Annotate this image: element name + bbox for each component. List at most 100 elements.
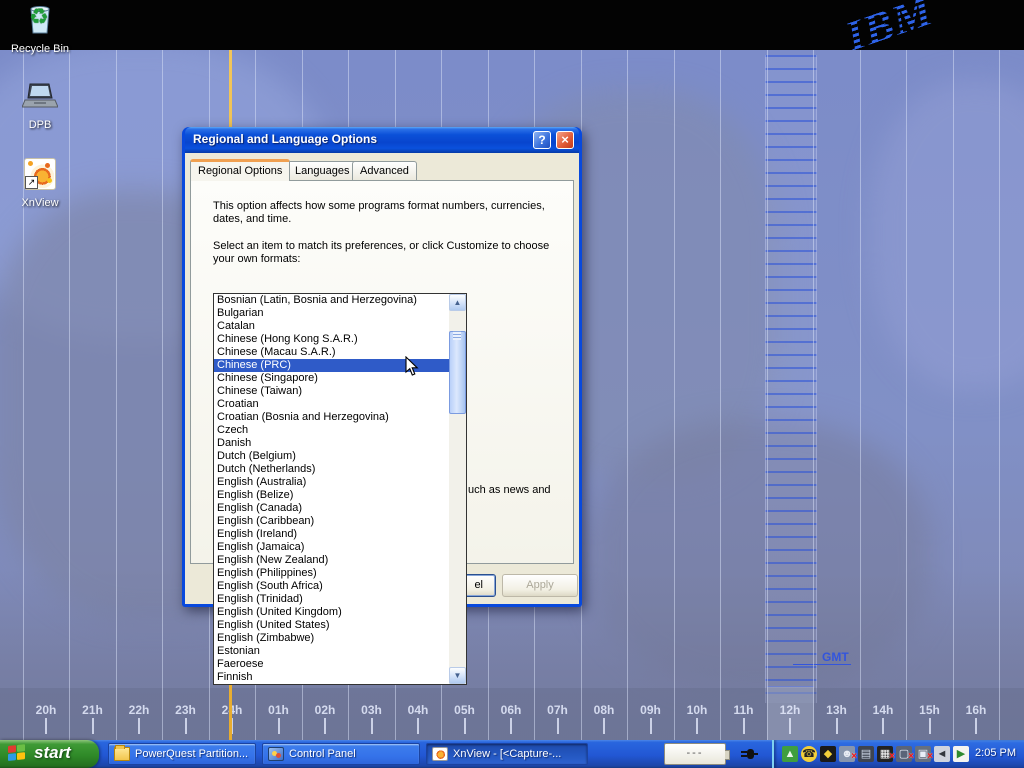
locale-option[interactable]: Bulgarian — [214, 307, 449, 320]
tab-languages[interactable]: Languages — [287, 161, 357, 181]
control-panel-icon — [268, 747, 284, 761]
dialog-titlebar[interactable]: Regional and Language Options ? × — [185, 127, 579, 153]
start-button-label: start — [34, 743, 71, 763]
locale-option[interactable]: English (Jamaica) — [214, 541, 449, 554]
close-button[interactable]: × — [556, 131, 574, 149]
hour-tick — [882, 718, 884, 734]
hour-label: 11h — [726, 703, 762, 717]
locale-option[interactable]: Finnish — [214, 671, 449, 684]
hour-tick — [975, 718, 977, 734]
desktop-icon-label: XnView — [4, 197, 76, 209]
video-capture-error-icon[interactable]: ▦× — [877, 746, 893, 762]
diamond-utility-icon[interactable]: ◆ — [820, 746, 836, 762]
hour-label: 13h — [819, 703, 855, 717]
timezone-line — [767, 50, 768, 740]
hour-label: 14h — [865, 703, 901, 717]
locale-option[interactable]: Chinese (Hong Kong S.A.R.) — [214, 333, 449, 346]
network-computer-icon[interactable]: ▤ — [858, 746, 874, 762]
locale-option[interactable]: English (Australia) — [214, 476, 449, 489]
taskbar-buttons: PowerQuest Partition... Control Panel XnVi… — [108, 743, 588, 765]
safely-remove-hardware-icon[interactable]: ▲ — [782, 746, 798, 762]
hour-tick — [696, 718, 698, 734]
hour-label: 16h — [958, 703, 994, 717]
locale-option[interactable]: Chinese (Taiwan) — [214, 385, 449, 398]
locale-option[interactable]: English (United Kingdom) — [214, 606, 449, 619]
taskbar: start PowerQuest Partition... Control Pan… — [0, 740, 1024, 768]
hour-label: 06h — [493, 703, 529, 717]
scrollbar-thumb[interactable] — [449, 331, 466, 414]
system-tray: ▲☎◆☻×▤▦×▢×▣×◄▶ 2:05 PM — [772, 740, 1024, 768]
locale-option[interactable]: Estonian — [214, 645, 449, 658]
desktop-icon-dpb[interactable]: DPB — [4, 82, 76, 131]
network-audio-error-icon[interactable]: ▣× — [915, 746, 931, 762]
select-instruction-line2: your own formats: — [213, 253, 300, 265]
dropdown-scrollbar[interactable]: ▲ ▼ — [449, 294, 466, 684]
locale-option[interactable]: Catalan — [214, 320, 449, 333]
offline-users-icon[interactable]: ☻× — [839, 746, 855, 762]
hour-label: 23h — [168, 703, 204, 717]
locale-option[interactable]: English (United States) — [214, 619, 449, 632]
standards-description-line2: dates, and time. — [213, 213, 291, 225]
locale-option[interactable]: Dutch (Netherlands) — [214, 463, 449, 476]
tab-regional-options[interactable]: Regional Options — [190, 159, 290, 181]
help-button[interactable]: ? — [533, 131, 551, 149]
hour-tick — [510, 718, 512, 734]
desktop: IBM GMT 20h21h22h23h24h01h02h03h04h05h06… — [0, 0, 1024, 768]
taskbar-button[interactable]: Control Panel — [262, 743, 420, 765]
gmt-scale-ladder — [765, 55, 817, 703]
hour-label: 15h — [912, 703, 948, 717]
battery-meter[interactable]: --- — [664, 743, 726, 765]
locale-option[interactable]: English (South Africa) — [214, 580, 449, 593]
apply-button[interactable]: Apply — [502, 574, 578, 597]
language-indicator-icon[interactable]: ▶ — [953, 746, 969, 762]
hour-tick — [464, 718, 466, 734]
start-button[interactable]: start — [0, 740, 99, 768]
xnview-icon: ↗ — [24, 158, 56, 195]
desktop-icon-recycle-bin[interactable]: ♻ Recycle Bin — [4, 2, 76, 55]
timezone-line — [999, 50, 1000, 740]
locale-option[interactable]: English (Philippines) — [214, 567, 449, 580]
hour-label: 12h — [772, 703, 808, 717]
hour-tick — [371, 718, 373, 734]
mouse-cursor — [405, 356, 419, 382]
locale-option[interactable]: Faeroese — [214, 658, 449, 671]
hour-tick — [603, 718, 605, 734]
desktop-icon-xnview[interactable]: ↗ XnView — [4, 158, 76, 209]
hour-tick — [185, 718, 187, 734]
gmt-underline — [793, 664, 851, 665]
scroll-down-icon[interactable]: ▼ — [449, 667, 466, 684]
desktop-icon-label: DPB — [4, 119, 76, 131]
taskbar-button-label: PowerQuest Partition... — [135, 748, 248, 760]
scroll-up-icon[interactable]: ▲ — [449, 294, 466, 311]
timezone-line — [674, 50, 675, 740]
locale-option[interactable]: English (Zimbabwe) — [214, 632, 449, 645]
locale-option[interactable]: English (Caribbean) — [214, 515, 449, 528]
locale-option[interactable]: English (Canada) — [214, 502, 449, 515]
taskbar-button[interactable]: PowerQuest Partition... — [108, 743, 256, 765]
timezone-line — [116, 50, 117, 740]
timezone-line — [627, 50, 628, 740]
locale-option[interactable]: English (New Zealand) — [214, 554, 449, 567]
locale-dropdown-list: Bosnian (Latin, Bosnia and Herzegovina)B… — [213, 293, 467, 685]
locale-option[interactable]: Croatian (Bosnia and Herzegovina) — [214, 411, 449, 424]
locale-option[interactable]: English (Trinidad) — [214, 593, 449, 606]
hour-label: 05h — [447, 703, 483, 717]
remote-display-error-icon[interactable]: ▢× — [896, 746, 912, 762]
volume-icon[interactable]: ◄ — [934, 746, 950, 762]
phone-agent-icon[interactable]: ☎ — [801, 746, 817, 762]
locale-option[interactable]: Czech — [214, 424, 449, 437]
taskbar-button[interactable]: XnView - [<Capture-... — [426, 743, 588, 765]
clock[interactable]: 2:05 PM — [975, 747, 1016, 759]
tab-advanced[interactable]: Advanced — [352, 161, 417, 181]
locale-option[interactable]: English (Ireland) — [214, 528, 449, 541]
tray-icons: ▲☎◆☻×▤▦×▢×▣×◄▶ — [782, 746, 969, 762]
shortcut-arrow-icon: ↗ — [25, 176, 38, 189]
locale-option[interactable]: English (Belize) — [214, 489, 449, 502]
hour-label: 01h — [261, 703, 297, 717]
locale-option[interactable]: Croatian — [214, 398, 449, 411]
timezone-line — [813, 50, 814, 740]
location-text-fragment: uch as news and — [468, 484, 551, 496]
locale-option[interactable]: Dutch (Belgium) — [214, 450, 449, 463]
locale-option[interactable]: Bosnian (Latin, Bosnia and Herzegovina) — [214, 294, 449, 307]
locale-option[interactable]: Danish — [214, 437, 449, 450]
